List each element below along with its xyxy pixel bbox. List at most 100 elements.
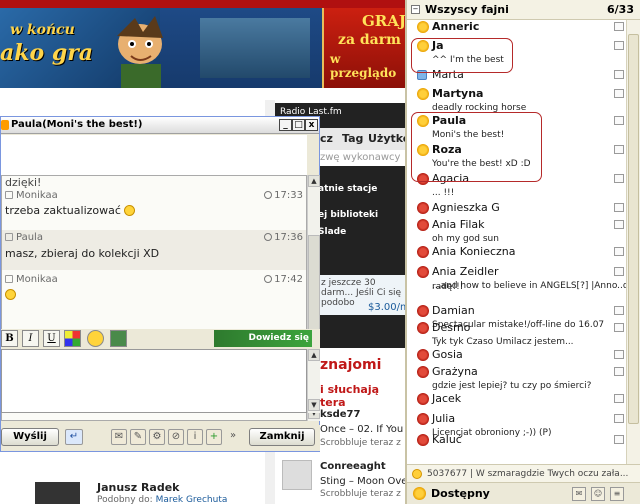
- radio-recent-stations[interactable]: atnie stacje: [318, 184, 377, 194]
- bold-button[interactable]: B: [1, 330, 18, 347]
- contact-card-icon[interactable]: [614, 22, 624, 31]
- message-time-value: 17:36: [274, 232, 303, 243]
- banner-right-line2: za darm: [338, 32, 401, 48]
- friend-name-1[interactable]: ksde77: [320, 409, 360, 420]
- contact-list-scrollbar[interactable]: [626, 20, 640, 464]
- chat-title: Paula(Moni's the best!): [11, 119, 143, 130]
- radio-tabs: cz Tag Użytkow: [318, 128, 405, 152]
- friend-scrobble-2: Scrobbluje teraz z: [320, 489, 401, 499]
- available-status-icon[interactable]: [413, 487, 426, 500]
- status-footer: Dostępny ✉ ☺ ≡: [407, 482, 640, 504]
- online-status-icon: [417, 88, 429, 100]
- send-button[interactable]: Wyślij: [1, 428, 59, 446]
- friends-listening-subheading: i słuchają tera: [320, 383, 380, 409]
- info-icon[interactable]: i: [187, 429, 203, 445]
- contact-card-icon[interactable]: [614, 203, 624, 212]
- close-button[interactable]: x: [305, 119, 318, 131]
- banner-right-panel: GRAJ za darm w przeglądo: [322, 8, 405, 88]
- contact-card-icon[interactable]: [614, 350, 624, 359]
- radio-artist-search-input[interactable]: zwę wykonawcy: [318, 150, 405, 166]
- underline-button[interactable]: U: [43, 330, 60, 347]
- offline-status-icon: [417, 393, 429, 405]
- contact-card-icon[interactable]: [614, 267, 624, 276]
- format-toolbar: B I U Dowiedz się więcej: [1, 329, 320, 360]
- radio-tab-users[interactable]: Użytkow: [368, 132, 405, 145]
- message-sender: Paula: [5, 232, 43, 243]
- enter-send-toggle-icon[interactable]: ↵: [65, 429, 83, 445]
- minimize-button[interactable]: _: [279, 119, 292, 131]
- message-input[interactable]: [1, 349, 307, 413]
- status-icon: [412, 469, 422, 479]
- radio-tab-1[interactable]: cz: [320, 132, 333, 145]
- italic-button[interactable]: I: [22, 330, 39, 347]
- maximize-button[interactable]: □: [292, 119, 305, 131]
- contact-card-icon[interactable]: [614, 414, 624, 423]
- close-chat-button[interactable]: Zamknij: [249, 428, 315, 446]
- offline-status-icon: [417, 202, 429, 214]
- contact-card-icon[interactable]: [614, 70, 624, 79]
- send-file-icon[interactable]: ✉: [111, 429, 127, 445]
- contact-card-icon[interactable]: [614, 174, 624, 183]
- contact-card-icon[interactable]: [614, 306, 624, 315]
- friend-track-2[interactable]: Sting – Moon Over B: [320, 476, 405, 487]
- scroll-down-icon[interactable]: ▼: [308, 399, 320, 411]
- contact-card-icon[interactable]: [614, 220, 624, 229]
- contact-description: gdzie jest lepiej? tu czy po śmierci?: [432, 381, 592, 391]
- message-sender-name: Monikaa: [16, 190, 58, 201]
- contact-name: Julia: [432, 412, 456, 425]
- contact-card-icon[interactable]: [614, 435, 624, 444]
- message-text: trzeba zaktualizować: [5, 204, 136, 217]
- message-time: 17:36: [264, 232, 303, 243]
- contact-group-header[interactable]: − Wszyscy fajni 6/33: [407, 0, 640, 20]
- ad-learn-more-button[interactable]: Dowiedz się więcej: [214, 330, 312, 360]
- input-scrollbar[interactable]: ▲ ▼: [307, 349, 320, 413]
- collapse-group-icon[interactable]: −: [411, 5, 420, 14]
- radio-tab-tag[interactable]: Tag: [342, 132, 363, 145]
- emoticon-icon[interactable]: [87, 330, 104, 347]
- game-ad-banner[interactable]: w końcu ako gra GRAJ za darm w przeglądo: [0, 8, 405, 88]
- contact-card-icon[interactable]: [614, 116, 624, 125]
- offline-status-icon: [417, 305, 429, 317]
- friend-name-2[interactable]: Conreeaght: [320, 461, 386, 472]
- radio-library[interactable]: ej biblioteki: [318, 210, 378, 220]
- banner-text-line2: ako gra: [0, 40, 94, 66]
- scroll-up-icon[interactable]: ▲: [308, 175, 320, 187]
- users-icon[interactable]: ☺: [591, 487, 605, 501]
- contact-card-icon[interactable]: [614, 247, 624, 256]
- contact-card-icon[interactable]: [614, 145, 624, 154]
- user-icon: [5, 191, 13, 199]
- radio-slade[interactable]: Slade: [318, 227, 346, 237]
- contact-card-icon[interactable]: [614, 41, 624, 50]
- radio-price[interactable]: $3.00/mi: [368, 302, 405, 313]
- friend-track-1[interactable]: Once – 02. If You Wa: [320, 424, 405, 435]
- contact-name: Martyna: [432, 87, 484, 100]
- availability-status[interactable]: Dostępny: [431, 487, 490, 500]
- color-picker-icon[interactable]: [64, 330, 81, 347]
- artist-avatar[interactable]: [35, 482, 80, 504]
- status-text: 5037677 | W szmaragdzie Twych oczu zała.…: [427, 469, 629, 479]
- history-icon[interactable]: ✎: [130, 429, 146, 445]
- contact-name: Grażyna: [432, 365, 478, 378]
- user-icon: [5, 275, 13, 283]
- chat-titlebar[interactable]: Paula(Moni's the best!) _ □ x: [1, 117, 319, 134]
- similar-artist-link[interactable]: Marek Grechuta: [156, 495, 228, 504]
- contact-card-icon[interactable]: [614, 394, 624, 403]
- block-icon[interactable]: ⊘: [168, 429, 184, 445]
- mail-icon[interactable]: ✉: [572, 487, 586, 501]
- message-time: 17:33: [264, 190, 303, 201]
- artist-name[interactable]: Janusz Radek: [97, 481, 180, 494]
- friend-avatar[interactable]: [282, 460, 312, 490]
- current-song-status[interactable]: 5037677 | W szmaragdzie Twych oczu zała.…: [407, 464, 640, 482]
- scroll-up-icon[interactable]: ▲: [308, 349, 320, 361]
- attach-icon[interactable]: ⚙: [149, 429, 165, 445]
- add-contact-icon[interactable]: +: [206, 429, 222, 445]
- menu-icon[interactable]: ≡: [610, 487, 624, 501]
- image-icon[interactable]: [110, 330, 127, 347]
- scroll-thumb[interactable]: [628, 34, 639, 424]
- contact-card-icon[interactable]: [614, 323, 624, 332]
- more-options-icon[interactable]: »: [225, 429, 241, 445]
- contact-card-icon[interactable]: [614, 89, 624, 98]
- contact-description: Tyk tyk Czaso Umilacz jestem...: [432, 337, 574, 347]
- message-text: masz, zbieraj do kolekcji XD: [5, 247, 160, 260]
- contact-card-icon[interactable]: [614, 367, 624, 376]
